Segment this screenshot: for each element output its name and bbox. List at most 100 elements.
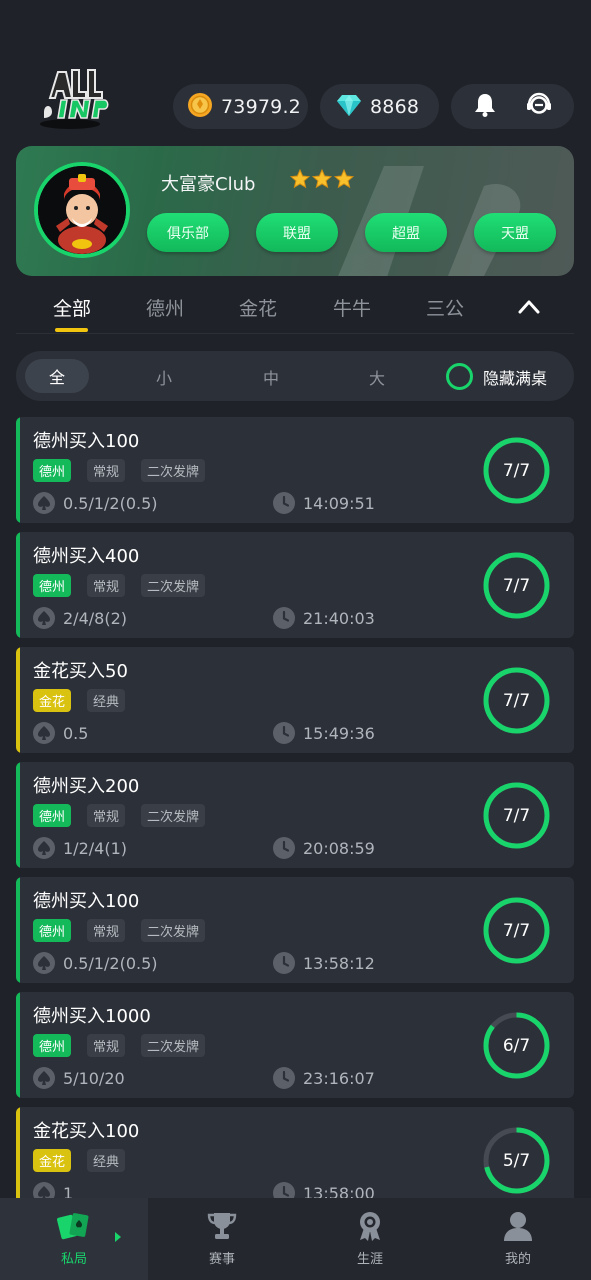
blinds: 5/10/20 bbox=[63, 1068, 125, 1088]
rule-tag: 常规 bbox=[87, 1034, 126, 1057]
club-rating bbox=[290, 169, 354, 189]
tab-jinhua[interactable]: 金花 bbox=[239, 294, 277, 321]
tab-holdem[interactable]: 德州 bbox=[146, 294, 184, 321]
trophy-icon bbox=[207, 1213, 237, 1239]
spade-icon bbox=[33, 492, 55, 514]
nav-label: 赛事 bbox=[208, 1252, 235, 1267]
star-icon bbox=[334, 169, 354, 189]
hide-full-tables-toggle[interactable]: 隐藏满桌 bbox=[446, 363, 547, 390]
spade-icon bbox=[33, 1182, 55, 1198]
table-time: 20:08:59 bbox=[303, 838, 375, 858]
table-time: 14:09:51 bbox=[303, 493, 375, 513]
table-card[interactable]: 德州买入400 德州 常规 二次发牌 2/4/8(2) 21:40:03 7/7 bbox=[16, 532, 574, 638]
game-tag: 金花 bbox=[33, 1149, 72, 1172]
nav-label: 私局 bbox=[60, 1252, 87, 1267]
alliance-button[interactable]: 联盟 bbox=[256, 213, 338, 252]
clock-icon bbox=[273, 492, 295, 514]
game-tag: 德州 bbox=[33, 459, 72, 482]
filter-small[interactable]: 小 bbox=[156, 365, 172, 389]
coin-icon bbox=[187, 92, 213, 122]
nav-tournaments[interactable]: 赛事 bbox=[148, 1198, 296, 1280]
hide-full-tables-label: 隐藏满桌 bbox=[483, 368, 548, 388]
table-time: 13:58:12 bbox=[303, 953, 375, 973]
game-tabs: 全部 德州 金花 牛牛 三公 bbox=[0, 288, 591, 334]
rule-tag: 常规 bbox=[87, 574, 126, 597]
table-card[interactable]: 金花买入100 金花 经典 1 13:58:00 5/7 bbox=[16, 1107, 574, 1198]
filter-all[interactable]: 全 bbox=[25, 359, 89, 393]
diamond-balance[interactable]: 8868 bbox=[320, 84, 439, 129]
table-time: 23:16:07 bbox=[303, 1068, 375, 1088]
spade-icon bbox=[33, 607, 55, 629]
seat-count: 7/7 bbox=[502, 460, 531, 481]
table-time: 21:40:03 bbox=[303, 608, 375, 628]
rule-tag: 二次发牌 bbox=[141, 574, 206, 597]
toggle-radio-icon bbox=[446, 363, 473, 390]
club-name: 大富豪Club bbox=[161, 174, 256, 195]
table-time: 13:58:00 bbox=[303, 1183, 375, 1199]
spade-icon bbox=[33, 952, 55, 974]
table-card[interactable]: 德州买入200 德州 常规 二次发牌 1/2/4(1) 20:08:59 7/7 bbox=[16, 762, 574, 868]
table-title: 德州买入1000 bbox=[33, 1006, 151, 1027]
super-alliance-button[interactable]: 超盟 bbox=[365, 213, 447, 252]
clock-icon bbox=[273, 952, 295, 974]
spade-icon bbox=[33, 837, 55, 859]
seat-count: 7/7 bbox=[502, 575, 531, 596]
rule-tag: 二次发牌 bbox=[141, 804, 206, 827]
table-card[interactable]: 金花买入50 金花 经典 0.5 15:49:36 7/7 bbox=[16, 647, 574, 753]
diamond-icon bbox=[336, 93, 362, 121]
game-type-bar bbox=[16, 992, 20, 1098]
spade-icon bbox=[33, 722, 55, 744]
game-tag: 德州 bbox=[33, 1034, 72, 1057]
blinds: 0.5/1/2(0.5) bbox=[63, 493, 158, 513]
tab-all[interactable]: 全部 bbox=[53, 294, 91, 321]
nav-career[interactable]: 生涯 bbox=[296, 1198, 444, 1280]
game-type-bar bbox=[16, 1107, 20, 1198]
star-icon bbox=[312, 169, 332, 189]
medal-icon bbox=[360, 1212, 380, 1241]
table-list: 德州买入100 德州 常规 二次发牌 0.5/1/2(0.5) 14:09:51… bbox=[16, 417, 574, 1198]
rule-tag: 经典 bbox=[87, 689, 126, 712]
nav-private-games[interactable]: 私局 bbox=[0, 1198, 148, 1280]
club-avatar[interactable] bbox=[34, 162, 130, 258]
nav-profile[interactable]: 我的 bbox=[444, 1198, 591, 1280]
diamond-amount: 8868 bbox=[370, 95, 420, 118]
club-card-decoration bbox=[338, 166, 521, 276]
game-type-bar bbox=[16, 877, 20, 983]
table-title: 德州买入100 bbox=[33, 431, 140, 452]
clock-icon bbox=[273, 1182, 295, 1198]
blinds: 0.5 bbox=[63, 723, 89, 743]
club-buttons: 俱乐部 联盟 超盟 天盟 bbox=[147, 213, 556, 252]
tab-sangong[interactable]: 三公 bbox=[426, 294, 464, 321]
active-tab-indicator bbox=[55, 328, 88, 332]
bell-icon[interactable] bbox=[473, 92, 497, 122]
rule-tag: 常规 bbox=[87, 919, 126, 942]
rule-tag: 常规 bbox=[87, 459, 126, 482]
filter-large[interactable]: 大 bbox=[369, 365, 385, 389]
game-type-bar bbox=[16, 532, 20, 638]
clock-icon bbox=[273, 1067, 295, 1089]
filter-medium[interactable]: 中 bbox=[263, 365, 279, 389]
stake-filter: 全 小 中 大 隐藏满桌 bbox=[16, 351, 574, 401]
club-button[interactable]: 俱乐部 bbox=[147, 213, 229, 252]
customer-service-icon[interactable] bbox=[526, 92, 552, 122]
star-icon bbox=[290, 169, 310, 189]
coin-balance[interactable]: 73979.2 bbox=[173, 84, 308, 129]
nav-label: 生涯 bbox=[356, 1252, 383, 1267]
chevron-up-icon[interactable] bbox=[517, 296, 541, 316]
sky-alliance-button[interactable]: 天盟 bbox=[474, 213, 556, 252]
tab-niuniu[interactable]: 牛牛 bbox=[333, 294, 371, 321]
rule-tag: 常规 bbox=[87, 804, 126, 827]
table-title: 德州买入200 bbox=[33, 776, 140, 797]
bottom-nav: 私局 赛事 生涯 我的 bbox=[0, 1198, 591, 1280]
table-card[interactable]: 德州买入100 德州 常规 二次发牌 0.5/1/2(0.5) 13:58:12… bbox=[16, 877, 574, 983]
table-card[interactable]: 德州买入100 德州 常规 二次发牌 0.5/1/2(0.5) 14:09:51… bbox=[16, 417, 574, 523]
table-card[interactable]: 德州买入1000 德州 常规 二次发牌 5/10/20 23:16:07 6/7 bbox=[16, 992, 574, 1098]
divider bbox=[16, 333, 574, 334]
app-logo bbox=[36, 60, 112, 132]
rule-tag: 二次发牌 bbox=[141, 459, 206, 482]
blinds: 1 bbox=[63, 1183, 74, 1199]
table-title: 德州买入100 bbox=[33, 891, 140, 912]
seat-count: 5/7 bbox=[502, 1150, 531, 1171]
rule-tag: 二次发牌 bbox=[141, 1034, 206, 1057]
club-card[interactable]: 大富豪Club 俱乐部 联盟 超盟 天盟 bbox=[16, 146, 574, 276]
